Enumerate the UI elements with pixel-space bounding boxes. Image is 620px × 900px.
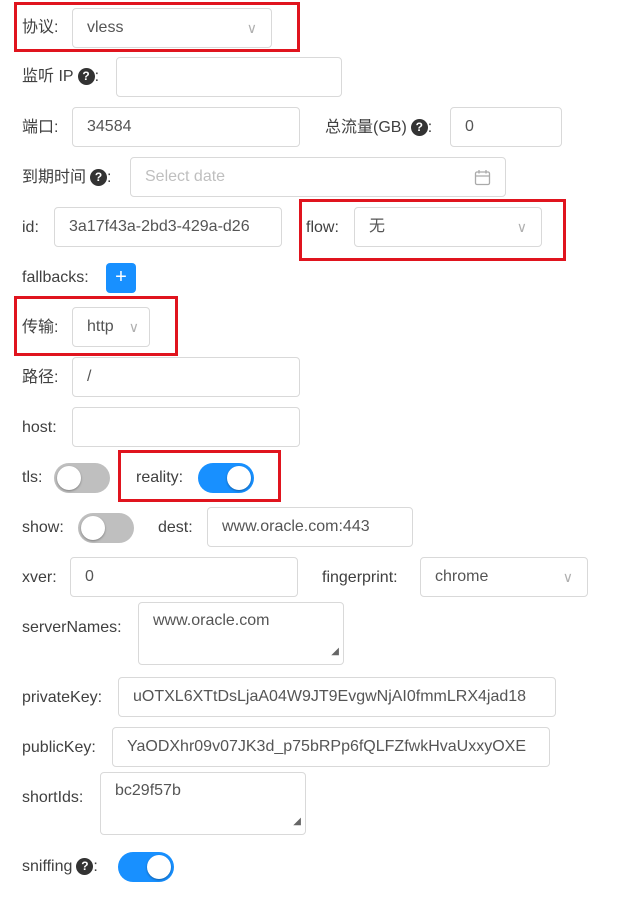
id-label: id: <box>22 219 39 236</box>
switch-knob <box>227 466 251 490</box>
show-label: show: <box>22 519 64 536</box>
transport-value: http <box>87 318 114 335</box>
xver-label: xver: <box>22 569 57 586</box>
chevron-down-icon: ∨ <box>516 219 527 235</box>
flow-value: 无 <box>369 218 386 235</box>
sniffing-switch[interactable] <box>118 852 174 882</box>
expiry-label: 到期时间?: <box>22 168 111 188</box>
server-names-label: serverNames: <box>22 619 122 636</box>
resize-handle-icon[interactable]: ◢ <box>293 812 301 832</box>
add-fallback-button[interactable]: + <box>106 263 136 293</box>
chevron-down-icon: ∨ <box>246 20 257 36</box>
dest-input[interactable]: www.oracle.com:443 <box>207 507 413 547</box>
total-traffic-label: 总流量(GB)?: <box>325 118 432 138</box>
tls-label: tls: <box>22 469 43 486</box>
total-traffic-input[interactable]: 0 <box>450 107 562 147</box>
fallbacks-label: fallbacks: <box>22 269 89 286</box>
fingerprint-select[interactable]: chrome ∨ <box>420 557 588 597</box>
calendar-icon <box>474 170 491 186</box>
transport-label: 传输: <box>22 319 59 336</box>
reality-label: reality: <box>136 469 184 486</box>
listen-ip-label: 监听 IP?: <box>22 67 99 87</box>
tls-switch[interactable] <box>54 463 110 493</box>
public-key-input[interactable]: YaODXhr09v07JK3d_p75bRPp6fQLFZfwkHvaUxxy… <box>112 727 550 767</box>
reality-switch[interactable] <box>198 463 254 493</box>
dest-label: dest: <box>158 519 193 536</box>
server-names-textarea[interactable]: www.oracle.com ◢ <box>138 602 344 665</box>
short-ids-textarea[interactable]: bc29f57b ◢ <box>100 772 306 835</box>
flow-label: flow: <box>306 219 339 236</box>
short-ids-value: bc29f57b <box>115 782 181 799</box>
protocol-label: 协议: <box>22 19 59 36</box>
help-icon[interactable]: ? <box>77 68 95 85</box>
help-icon[interactable]: ? <box>90 169 108 186</box>
sniffing-label-text: sniffing <box>22 858 73 875</box>
port-label: 端口: <box>22 119 59 136</box>
help-icon[interactable]: ? <box>76 858 94 875</box>
expiry-placeholder: Select date <box>145 168 226 185</box>
short-ids-label: shortIds: <box>22 789 84 806</box>
fingerprint-value: chrome <box>435 568 489 585</box>
expiry-date-picker[interactable]: Select date <box>130 157 506 197</box>
host-input[interactable] <box>72 407 300 447</box>
private-key-label: privateKey: <box>22 689 103 706</box>
protocol-value: vless <box>87 19 124 36</box>
show-switch[interactable] <box>78 513 134 543</box>
switch-knob <box>57 466 81 490</box>
total-traffic-label-text: 总流量(GB) <box>325 119 407 136</box>
path-input[interactable]: / <box>72 357 300 397</box>
host-label: host: <box>22 419 57 436</box>
chevron-down-icon: ∨ <box>562 569 573 585</box>
chevron-down-icon: ∨ <box>128 319 139 335</box>
resize-handle-icon[interactable]: ◢ <box>331 642 339 662</box>
protocol-select[interactable]: vless ∨ <box>72 8 272 48</box>
fingerprint-label: fingerprint: <box>322 569 398 586</box>
transport-select[interactable]: http ∨ <box>72 307 150 347</box>
expiry-label-text: 到期时间 <box>22 169 87 186</box>
xver-input[interactable]: 0 <box>70 557 298 597</box>
path-label: 路径: <box>22 369 59 386</box>
total-traffic-colon: : <box>427 119 433 136</box>
port-input[interactable]: 34584 <box>72 107 300 147</box>
listen-ip-colon: : <box>94 68 100 85</box>
sniffing-label: sniffing?: <box>22 857 98 877</box>
private-key-input[interactable]: uOTXL6XTtDsLjaA04W9JT9EvgwNjAI0fmmLRX4ja… <box>118 677 556 717</box>
sniffing-colon: : <box>93 858 98 875</box>
public-key-label: publicKey: <box>22 739 96 756</box>
id-input[interactable]: 3a17f43a-2bd3-429a-d26 <box>54 207 282 247</box>
expiry-colon: : <box>107 169 112 186</box>
switch-knob <box>147 855 171 879</box>
server-names-value: www.oracle.com <box>153 612 270 629</box>
listen-ip-label-text: 监听 IP <box>22 68 74 85</box>
switch-knob <box>81 516 105 540</box>
help-icon[interactable]: ? <box>410 119 428 136</box>
flow-select[interactable]: 无 ∨ <box>354 207 542 247</box>
listen-ip-input[interactable] <box>116 57 342 97</box>
